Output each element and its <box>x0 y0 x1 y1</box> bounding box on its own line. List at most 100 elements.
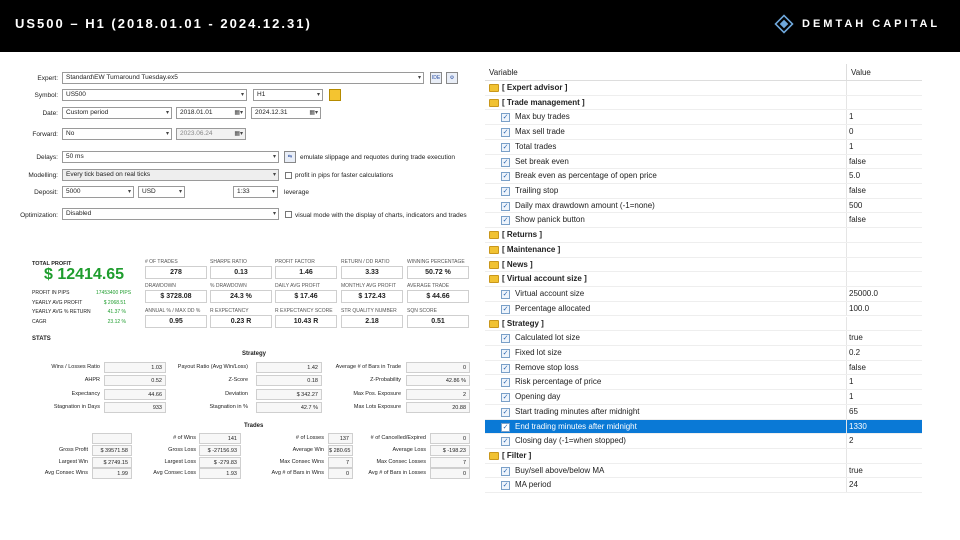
param-value[interactable]: 1330 <box>849 420 867 435</box>
param-value[interactable]: 25000.0 <box>849 287 878 302</box>
calendar-icon[interactable]: ▦▾ <box>234 108 243 118</box>
param-row[interactable]: ✓ Trailing stop false <box>485 184 922 199</box>
param-row[interactable]: ✓ Risk percentage of price 1 <box>485 375 922 391</box>
param-value[interactable]: 0 <box>849 125 853 140</box>
checkbox-icon[interactable]: ✓ <box>501 142 510 152</box>
param-row[interactable]: ✓ End trading minutes after midnight 1330 <box>485 419 922 435</box>
param-value[interactable]: true <box>849 464 863 479</box>
checkbox-icon[interactable]: ✓ <box>501 216 510 226</box>
checkbox-icon[interactable]: ✓ <box>501 466 510 476</box>
trades-value: $ 280.65 <box>328 444 353 456</box>
calendar-icon[interactable]: ▦▾ <box>309 108 318 118</box>
param-group-row[interactable]: [ Trade management ] <box>485 95 922 111</box>
expert-select[interactable]: Standard\EW Turnaround Tuesday.ex5 ▾ <box>62 72 424 84</box>
param-name: Risk percentage of price <box>515 377 602 387</box>
currency-select[interactable]: USD ▾ <box>138 186 185 198</box>
metric-label: STR QUALITY NUMBER <box>341 308 397 314</box>
checkbox-icon[interactable]: ✓ <box>501 437 510 447</box>
param-row[interactable]: ✓ Closing day (-1=when stopped) 2 <box>485 434 922 449</box>
checkbox-icon[interactable]: ✓ <box>501 393 510 403</box>
optimization-select[interactable]: Disabled ▾ <box>62 208 279 220</box>
param-row[interactable]: ✓ Buy/sell above/below MA true <box>485 463 922 479</box>
param-row[interactable]: ✓ Max sell trade 0 <box>485 125 922 140</box>
param-value[interactable]: 500 <box>849 199 862 214</box>
param-group-row[interactable]: [ Expert advisor ] <box>485 81 922 96</box>
param-value[interactable]: 1 <box>849 390 853 405</box>
param-group-row[interactable]: [ Virtual account size ] <box>485 272 922 288</box>
pips-checkbox[interactable] <box>285 172 292 179</box>
param-value[interactable]: 0.2 <box>849 346 860 361</box>
modelling-select[interactable]: Every tick based on real ticks ▾ <box>62 169 279 181</box>
checkbox-icon[interactable]: ✓ <box>501 304 510 314</box>
param-value[interactable]: false <box>849 155 866 170</box>
param-group-row[interactable]: [ Strategy ] <box>485 316 922 332</box>
slippage-icon[interactable]: ⇆ <box>284 151 296 163</box>
checkbox-icon[interactable]: ✓ <box>501 187 510 197</box>
param-group-row[interactable]: [ Maintenance ] <box>485 242 922 258</box>
param-row[interactable]: ✓ Start trading minutes after midnight 65 <box>485 404 922 420</box>
param-group-row[interactable]: [ News ] <box>485 257 922 273</box>
checkbox-icon[interactable]: ✓ <box>501 348 510 358</box>
checkbox-icon[interactable]: ✓ <box>501 157 510 167</box>
symbol-select[interactable]: US500 ▾ <box>62 89 247 101</box>
param-value[interactable]: true <box>849 331 863 346</box>
timeframe-select[interactable]: H1 ▾ <box>253 89 323 101</box>
param-value[interactable]: 5.0 <box>849 169 860 184</box>
checkbox-icon[interactable]: ✓ <box>501 481 510 491</box>
param-row[interactable]: ✓ Max buy trades 1 <box>485 110 922 126</box>
param-row[interactable]: ✓ Fixed lot size 0.2 <box>485 345 922 361</box>
ide-button[interactable]: IDE <box>430 72 442 84</box>
variable-column-header[interactable]: Variable <box>485 64 846 81</box>
leverage-select[interactable]: 1:33 ▾ <box>233 186 278 198</box>
param-row[interactable]: ✓ Set break even false <box>485 154 922 170</box>
param-value[interactable]: 1 <box>849 110 853 125</box>
param-value[interactable]: 65 <box>849 405 858 420</box>
param-group-row[interactable]: [ Returns ] <box>485 228 922 243</box>
value-column-header[interactable]: Value <box>846 64 922 81</box>
param-row[interactable]: ✓ Opening day 1 <box>485 390 922 405</box>
metric-label: R EXPECTANCY <box>210 308 249 314</box>
trades-label <box>20 433 88 444</box>
param-value[interactable]: 2 <box>849 434 853 449</box>
checkbox-icon[interactable]: ✓ <box>501 113 510 123</box>
deposit-field[interactable]: 5000 ▾ <box>62 186 134 198</box>
param-row[interactable]: ✓ Total trades 1 <box>485 139 922 155</box>
column-divider <box>846 478 847 493</box>
forward-select[interactable]: No ▾ <box>62 128 172 140</box>
param-row[interactable]: ✓ Break even as percentage of open price 5… <box>485 169 922 184</box>
checkbox-icon[interactable]: ✓ <box>501 172 510 182</box>
trades-value: $ 39571.58 <box>92 444 132 456</box>
param-row[interactable]: ✓ MA period 24 <box>485 478 922 494</box>
checkbox-icon[interactable]: ✓ <box>501 407 510 417</box>
param-value[interactable]: false <box>849 184 866 199</box>
visual-mode-checkbox[interactable] <box>285 211 292 218</box>
param-value[interactable]: false <box>849 213 866 228</box>
checkbox-icon[interactable]: ✓ <box>501 290 510 300</box>
date-to-field[interactable]: 2024.12.31 ▦▾ <box>251 107 321 119</box>
gear-icon[interactable]: ⚙ <box>446 72 458 84</box>
checkbox-icon[interactable]: ✓ <box>501 378 510 388</box>
param-group-row[interactable]: [ Filter ] <box>485 449 922 464</box>
param-row[interactable]: ✓ Show panick button false <box>485 213 922 229</box>
param-row[interactable]: ✓ Percentage allocated 100.0 <box>485 301 922 317</box>
metric-label: R EXPECTANCY SCORE <box>275 308 333 314</box>
checkbox-icon[interactable]: ✓ <box>501 422 510 432</box>
param-row[interactable]: ✓ Calculated lot size true <box>485 331 922 346</box>
param-value[interactable]: 1 <box>849 140 853 155</box>
checkbox-icon[interactable]: ✓ <box>501 128 510 138</box>
param-value[interactable]: 24 <box>849 478 858 493</box>
checkbox-icon[interactable]: ✓ <box>501 363 510 373</box>
delays-select[interactable]: 50 ms ▾ <box>62 151 279 163</box>
date-mode-select[interactable]: Custom period ▾ <box>62 107 172 119</box>
checkbox-icon[interactable]: ✓ <box>501 334 510 344</box>
param-value[interactable]: 1 <box>849 375 853 390</box>
checkbox-icon[interactable]: ✓ <box>501 201 510 211</box>
forward-date-field[interactable]: 2023.06.24 ▦▾ <box>176 128 246 140</box>
param-row[interactable]: ✓ Virtual account size 25000.0 <box>485 287 922 302</box>
param-value[interactable]: 100.0 <box>849 302 869 317</box>
param-row[interactable]: ✓ Daily max drawdown amount (-1=none) 500 <box>485 198 922 214</box>
param-row[interactable]: ✓ Remove stop loss false <box>485 360 922 376</box>
param-value[interactable]: false <box>849 361 866 376</box>
date-from-field[interactable]: 2018.01.01 ▦▾ <box>176 107 246 119</box>
symbol-properties-icon[interactable] <box>329 89 341 101</box>
